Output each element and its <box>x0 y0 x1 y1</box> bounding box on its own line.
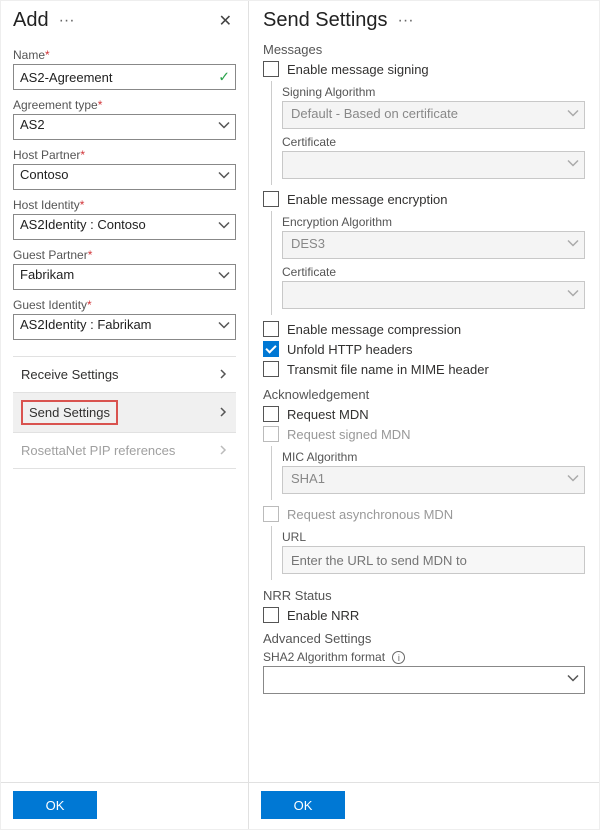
host-partner-select[interactable]: Contoso <box>13 164 236 190</box>
request-signed-mdn-label: Request signed MDN <box>287 427 411 442</box>
enc-alg-label: Encryption Algorithm <box>282 215 585 229</box>
url-label: URL <box>282 530 585 544</box>
request-mdn-checkbox[interactable] <box>263 406 279 422</box>
ok-button[interactable]: OK <box>13 791 97 819</box>
enable-encryption-label: Enable message encryption <box>287 192 447 207</box>
advanced-header: Advanced Settings <box>263 631 585 646</box>
signing-block: Signing Algorithm Default - Based on cer… <box>271 81 585 185</box>
nav-label: RosettaNet PIP references <box>21 443 175 458</box>
transmit-mime-checkbox[interactable] <box>263 361 279 377</box>
request-async-mdn-label: Request asynchronous MDN <box>287 507 453 522</box>
close-icon[interactable]: ✕ <box>215 11 236 31</box>
host-identity-label: Host Identity* <box>13 198 236 212</box>
chevron-right-icon <box>218 443 228 458</box>
transmit-mime-row: Transmit file name in MIME header <box>263 361 585 377</box>
send-settings-footer: OK <box>249 782 599 829</box>
name-input[interactable] <box>13 64 236 90</box>
ok-button[interactable]: OK <box>261 791 345 819</box>
send-settings-body: Messages Enable message signing Signing … <box>249 32 599 782</box>
unfold-headers-row: Unfold HTTP headers <box>263 341 585 357</box>
request-async-mdn-row: Request asynchronous MDN <box>263 506 585 522</box>
nav-rosettanet-pip: RosettaNet PIP references <box>13 433 236 469</box>
signing-cert-label: Certificate <box>282 135 585 149</box>
enable-nrr-checkbox[interactable] <box>263 607 279 623</box>
enc-cert-select <box>282 281 585 309</box>
nrr-header: NRR Status <box>263 588 585 603</box>
enable-signing-row: Enable message signing <box>263 61 585 77</box>
enable-nrr-row: Enable NRR <box>263 607 585 623</box>
guest-partner-field: Guest Partner* Fabrikam <box>13 248 236 290</box>
guest-partner-label: Guest Partner* <box>13 248 236 262</box>
mic-alg-select: SHA1 <box>282 466 585 494</box>
more-icon[interactable]: ··· <box>59 13 75 29</box>
request-mdn-row: Request MDN <box>263 406 585 422</box>
chevron-right-icon <box>218 367 228 382</box>
mdn-url-input <box>282 546 585 574</box>
host-identity-field: Host Identity* AS2Identity : Contoso <box>13 198 236 240</box>
info-icon[interactable]: i <box>392 651 405 664</box>
chevron-right-icon <box>218 405 228 420</box>
agreement-type-label: Agreement type* <box>13 98 236 112</box>
request-signed-mdn-row: Request signed MDN <box>263 426 585 442</box>
add-footer: OK <box>1 782 248 829</box>
url-block: URL <box>271 526 585 580</box>
nav-label: Receive Settings <box>21 367 119 382</box>
enable-encryption-checkbox[interactable] <box>263 191 279 207</box>
messages-header: Messages <box>263 42 585 57</box>
enable-encryption-row: Enable message encryption <box>263 191 585 207</box>
request-signed-mdn-checkbox <box>263 426 279 442</box>
send-settings-panel: Send Settings ··· Messages Enable messag… <box>249 1 599 829</box>
transmit-mime-label: Transmit file name in MIME header <box>287 362 489 377</box>
guest-partner-select[interactable]: Fabrikam <box>13 264 236 290</box>
enable-compression-label: Enable message compression <box>287 322 461 337</box>
nav-label: Send Settings <box>21 400 118 425</box>
nav-receive-settings[interactable]: Receive Settings <box>13 357 236 393</box>
add-panel: Add ··· ✕ Name* ✓ Agreement type* AS2 <box>1 1 249 829</box>
app-shell: Add ··· ✕ Name* ✓ Agreement type* AS2 <box>0 0 600 830</box>
enc-cert-label: Certificate <box>282 265 585 279</box>
send-settings-header: Send Settings ··· <box>249 1 599 32</box>
nav-list: Receive Settings Send Settings RosettaNe… <box>13 356 236 469</box>
request-mdn-label: Request MDN <box>287 407 369 422</box>
enable-compression-checkbox[interactable] <box>263 321 279 337</box>
enable-nrr-label: Enable NRR <box>287 608 359 623</box>
send-settings-title: Send Settings <box>263 9 388 32</box>
agreement-type-select[interactable]: AS2 <box>13 114 236 140</box>
enc-alg-select: DES3 <box>282 231 585 259</box>
mic-block: MIC Algorithm SHA1 <box>271 446 585 500</box>
add-header: Add ··· ✕ <box>1 1 248 36</box>
host-partner-label: Host Partner* <box>13 148 236 162</box>
agreement-type-field: Agreement type* AS2 <box>13 98 236 140</box>
ack-header: Acknowledgement <box>263 387 585 402</box>
name-label: Name* <box>13 48 236 62</box>
enable-compression-row: Enable message compression <box>263 321 585 337</box>
encryption-block: Encryption Algorithm DES3 Certificate <box>271 211 585 315</box>
signing-alg-select: Default - Based on certificate <box>282 101 585 129</box>
signing-alg-label: Signing Algorithm <box>282 85 585 99</box>
mic-alg-label: MIC Algorithm <box>282 450 585 464</box>
guest-identity-label: Guest Identity* <box>13 298 236 312</box>
request-async-mdn-checkbox <box>263 506 279 522</box>
check-icon: ✓ <box>218 69 230 86</box>
name-field: Name* ✓ <box>13 48 236 90</box>
nav-send-settings[interactable]: Send Settings <box>13 393 236 433</box>
unfold-headers-checkbox[interactable] <box>263 341 279 357</box>
sha2-format-select[interactable] <box>263 666 585 694</box>
guest-identity-field: Guest Identity* AS2Identity : Fabrikam <box>13 298 236 340</box>
host-partner-field: Host Partner* Contoso <box>13 148 236 190</box>
guest-identity-select[interactable]: AS2Identity : Fabrikam <box>13 314 236 340</box>
add-body: Name* ✓ Agreement type* AS2 Host Partner… <box>1 36 248 782</box>
enable-signing-checkbox[interactable] <box>263 61 279 77</box>
signing-cert-select <box>282 151 585 179</box>
enable-signing-label: Enable message signing <box>287 62 429 77</box>
sha2-label: SHA2 Algorithm format i <box>263 650 585 664</box>
more-icon[interactable]: ··· <box>398 13 414 29</box>
add-title: Add <box>13 9 49 32</box>
unfold-headers-label: Unfold HTTP headers <box>287 342 413 357</box>
host-identity-select[interactable]: AS2Identity : Contoso <box>13 214 236 240</box>
